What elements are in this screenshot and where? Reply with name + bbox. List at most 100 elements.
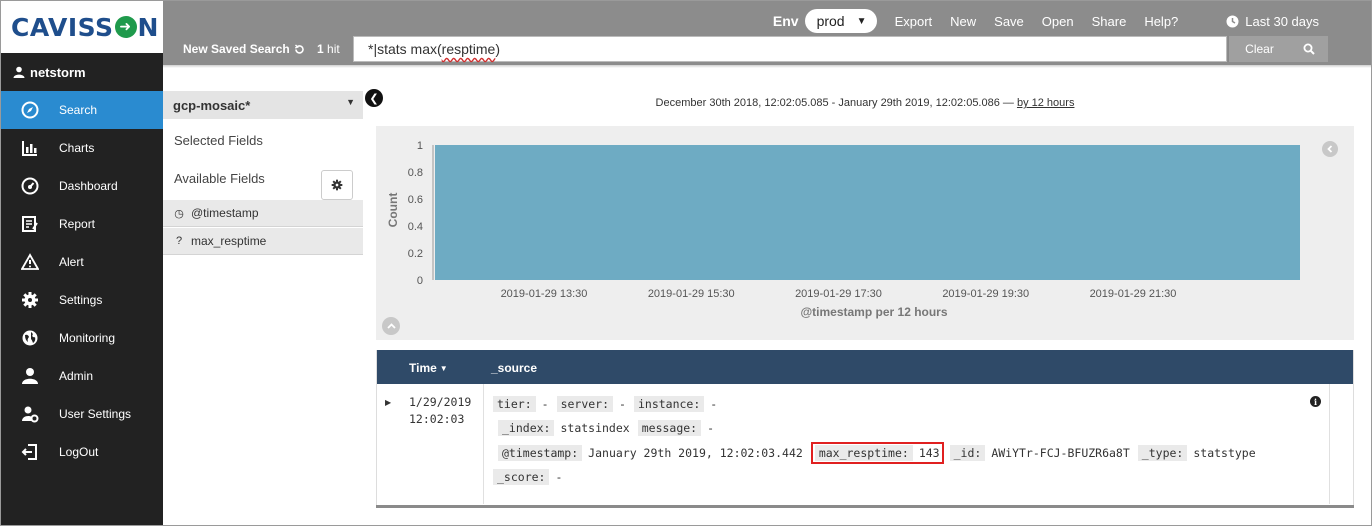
interval-link[interactable]: by 12 hours xyxy=(1017,97,1074,109)
index-pattern-select[interactable]: gcp-mosaic* ▼ xyxy=(163,91,363,119)
time-column-label: Time xyxy=(409,361,437,375)
sidebar-item-dashboard[interactable]: Dashboard xyxy=(1,167,163,205)
table-row: ▶ 1/29/2019 12:02:03 tier: - server: - ins… xyxy=(377,384,1353,504)
hits-count: 1 hit xyxy=(317,42,340,56)
x-tick-label: 2019-01-29 21:30 xyxy=(1090,288,1177,300)
documents-table: Time ▼ _source ▶ 1/29/2019 12:02:03 tier… xyxy=(376,350,1354,506)
histogram-svg: 0 0.2 0.4 0.6 0.8 1 2019-01-29 13:30 2019-01-29… xyxy=(386,140,1300,319)
username: netstorm xyxy=(30,64,86,80)
source-value: - xyxy=(555,470,563,484)
chevron-left-icon[interactable] xyxy=(1322,141,1338,157)
info-icon[interactable]: i xyxy=(1310,396,1321,407)
time-cell: 1/29/2019 12:02:03 xyxy=(409,394,471,428)
gear-icon xyxy=(331,179,343,191)
sidebar-item-alert[interactable]: Alert xyxy=(1,243,163,281)
sidebar-item-label: Dashboard xyxy=(59,179,118,193)
time-date: 1/29/2019 xyxy=(409,395,472,409)
sidebar-item-label: Admin xyxy=(59,369,94,383)
y-tick-label: 0 xyxy=(417,275,423,287)
histogram-chart: 0 0.2 0.4 0.6 0.8 1 2019-01-29 13:30 2019-01-29… xyxy=(376,126,1354,340)
save-button[interactable]: Save xyxy=(994,14,1024,29)
admin-icon xyxy=(22,368,38,384)
top-menu: Env prod ▼ Export New Save Open Share He… xyxy=(773,9,1371,33)
search-input[interactable]: *|stats max(resptime) xyxy=(353,36,1227,62)
table-header: Time ▼ _source xyxy=(377,350,1353,384)
alert-icon xyxy=(21,253,39,270)
field-item-max-resptime[interactable]: ? max_resptime xyxy=(163,228,363,255)
saved-search-label: New Saved Search xyxy=(183,42,290,56)
source-key: max_resptime: xyxy=(814,445,913,461)
source-key: _score: xyxy=(493,469,550,485)
field-settings-button[interactable] xyxy=(321,170,353,200)
refresh-icon[interactable] xyxy=(294,44,305,55)
x-axis-label: @timestamp per 12 hours xyxy=(800,305,947,319)
caret-down-icon: ▼ xyxy=(856,15,867,27)
search-button[interactable] xyxy=(1290,36,1328,62)
y-axis-label: Count xyxy=(386,193,400,228)
export-button[interactable]: Export xyxy=(895,14,933,29)
time-clock: 12:02:03 xyxy=(409,412,465,426)
sidebar-item-admin[interactable]: Admin xyxy=(1,357,163,395)
source-line: tier: - server: - instance: - xyxy=(493,396,725,412)
gear-icon xyxy=(22,292,38,308)
sidebar-item-label: Monitoring xyxy=(59,331,116,345)
help-button[interactable]: Help? xyxy=(1144,14,1178,29)
clock-icon: ◷ xyxy=(174,207,184,220)
sidebar-item-label: Search xyxy=(59,103,98,117)
y-tick-label: 0.6 xyxy=(408,194,423,206)
query-suffix: ) xyxy=(495,41,501,57)
column-divider xyxy=(1329,384,1330,504)
y-tick-label: 0.2 xyxy=(408,248,423,260)
logout-icon xyxy=(21,444,37,460)
chevron-up-icon[interactable] xyxy=(382,317,400,335)
sidebar-item-settings[interactable]: Settings xyxy=(1,281,163,319)
hits-label: hit xyxy=(327,42,340,56)
y-tick-label: 0.8 xyxy=(408,167,423,179)
sidebar-item-report[interactable]: Report xyxy=(1,205,163,243)
field-item-timestamp[interactable]: ◷ @timestamp xyxy=(163,200,363,227)
sidebar-item-search[interactable]: Search xyxy=(1,91,163,129)
column-divider xyxy=(483,384,484,504)
time-column-header[interactable]: Time ▼ xyxy=(409,361,448,375)
source-value: AWiYTr-FCJ-BFUZR6a8T xyxy=(991,446,1130,460)
available-fields-heading: Available Fields xyxy=(174,171,265,186)
source-key: instance: xyxy=(633,396,705,412)
y-tick-label: 0.4 xyxy=(408,221,423,233)
source-key: tier: xyxy=(493,396,536,412)
dashboard-icon xyxy=(21,177,39,195)
env-label: Env xyxy=(772,13,799,29)
sidebar-item-label: Charts xyxy=(59,141,95,155)
source-value: - xyxy=(710,397,718,411)
sidebar-item-label: LogOut xyxy=(59,445,99,459)
date-range-header: December 30th 2018, 12:02:05.085 - Janua… xyxy=(376,97,1354,109)
source-line: _index: statsindex message: - xyxy=(498,420,722,436)
source-value: - xyxy=(541,397,549,411)
source-line: @timestamp: January 29th 2019, 12:02:03.4… xyxy=(498,442,1264,464)
source-key: message: xyxy=(637,420,702,436)
sidebar-item-user-settings[interactable]: User Settings xyxy=(1,395,163,433)
index-pattern-label: gcp-mosaic* xyxy=(173,97,251,113)
field-name: max_resptime xyxy=(191,234,267,248)
clear-button[interactable]: Clear xyxy=(1228,36,1290,62)
sidebar-item-logout[interactable]: LogOut xyxy=(1,433,163,471)
sidebar-item-monitoring[interactable]: Monitoring xyxy=(1,319,163,357)
expand-row-icon[interactable]: ▶ xyxy=(385,398,391,407)
sidebar-item-charts[interactable]: Charts xyxy=(1,129,163,167)
open-button[interactable]: Open xyxy=(1042,14,1074,29)
user-settings-icon xyxy=(22,406,39,423)
unknown-type-icon: ? xyxy=(175,235,183,247)
x-tick-label: 2019-01-29 13:30 xyxy=(501,288,588,300)
sidebar-item-label: Report xyxy=(59,217,96,231)
source-key: server: xyxy=(556,396,614,412)
x-tick-label: 2019-01-29 15:30 xyxy=(648,288,735,300)
source-value: statsindex xyxy=(560,421,630,435)
new-button[interactable]: New xyxy=(950,14,976,29)
env-select[interactable]: prod ▼ xyxy=(804,9,877,33)
x-tick-label: 2019-01-29 19:30 xyxy=(942,288,1029,300)
histogram-bar xyxy=(435,145,1300,280)
timerange-picker[interactable]: Last 30 days xyxy=(1226,14,1319,29)
query-word: resptime xyxy=(441,41,496,57)
x-tick-label: 2019-01-29 17:30 xyxy=(795,288,882,300)
share-button[interactable]: Share xyxy=(1092,14,1127,29)
compass-icon xyxy=(21,101,39,119)
